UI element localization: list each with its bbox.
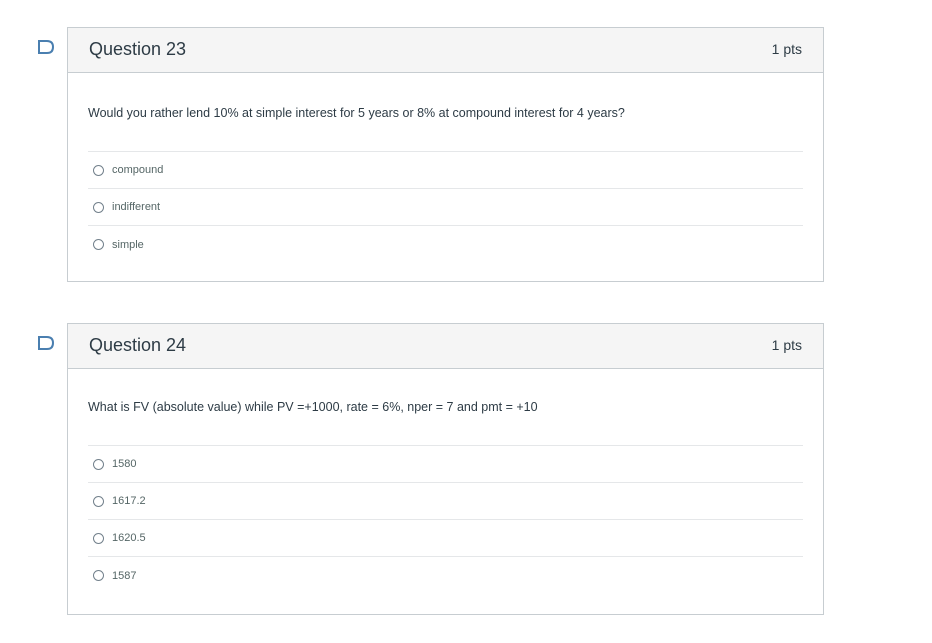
- radio-icon[interactable]: [93, 201, 104, 213]
- question-header: Question 24 1 pts: [68, 324, 823, 369]
- question-title: Question 23: [89, 39, 187, 59]
- answer-option[interactable]: 1587: [88, 557, 803, 594]
- answer-option[interactable]: 1620.5: [88, 520, 803, 557]
- answer-label: simple: [112, 238, 144, 251]
- question-title: Question 24: [89, 335, 187, 355]
- question-24-card: Question 24 1 pts What is FV (absolute v…: [38, 323, 824, 615]
- answer-label: 1620.5: [112, 532, 146, 544]
- question-body: Would you rather lend 10% at simple inte…: [68, 73, 823, 263]
- question-23-card: Question 23 1 pts Would you rather lend …: [38, 27, 824, 282]
- question-points: 1 pts: [771, 41, 802, 57]
- question-header: Question 23 1 pts: [68, 28, 823, 73]
- question-text: What is FV (absolute value) while PV =+1…: [88, 400, 538, 414]
- radio-icon[interactable]: [93, 239, 104, 250]
- radio-icon[interactable]: [93, 495, 104, 507]
- answer-list: 1580 1617.2 1620.5 1587: [88, 445, 803, 594]
- quiz-page: Question 23 1 pts Would you rather lend …: [0, 0, 932, 643]
- answer-option[interactable]: compound: [88, 152, 803, 189]
- answer-label: 1587: [112, 569, 137, 582]
- radio-icon[interactable]: [93, 570, 104, 581]
- flag-icon[interactable]: [37, 335, 55, 351]
- radio-icon[interactable]: [93, 532, 104, 544]
- answer-label: compound: [112, 164, 164, 176]
- answer-list: compound indifferent simple: [88, 151, 803, 263]
- question-points: 1 pts: [771, 337, 802, 353]
- radio-icon[interactable]: [93, 164, 104, 176]
- answer-option[interactable]: 1580: [88, 446, 803, 483]
- flag-icon[interactable]: [37, 39, 55, 55]
- answer-label: 1580: [112, 458, 137, 470]
- answer-option[interactable]: 1617.2: [88, 483, 803, 520]
- radio-icon[interactable]: [93, 458, 104, 470]
- answer-option[interactable]: simple: [88, 226, 803, 263]
- question-body: What is FV (absolute value) while PV =+1…: [68, 369, 823, 594]
- answer-label: indifferent: [112, 201, 161, 213]
- question-text: Would you rather lend 10% at simple inte…: [88, 106, 625, 120]
- answer-label: 1617.2: [112, 495, 146, 507]
- answer-option[interactable]: indifferent: [88, 189, 803, 226]
